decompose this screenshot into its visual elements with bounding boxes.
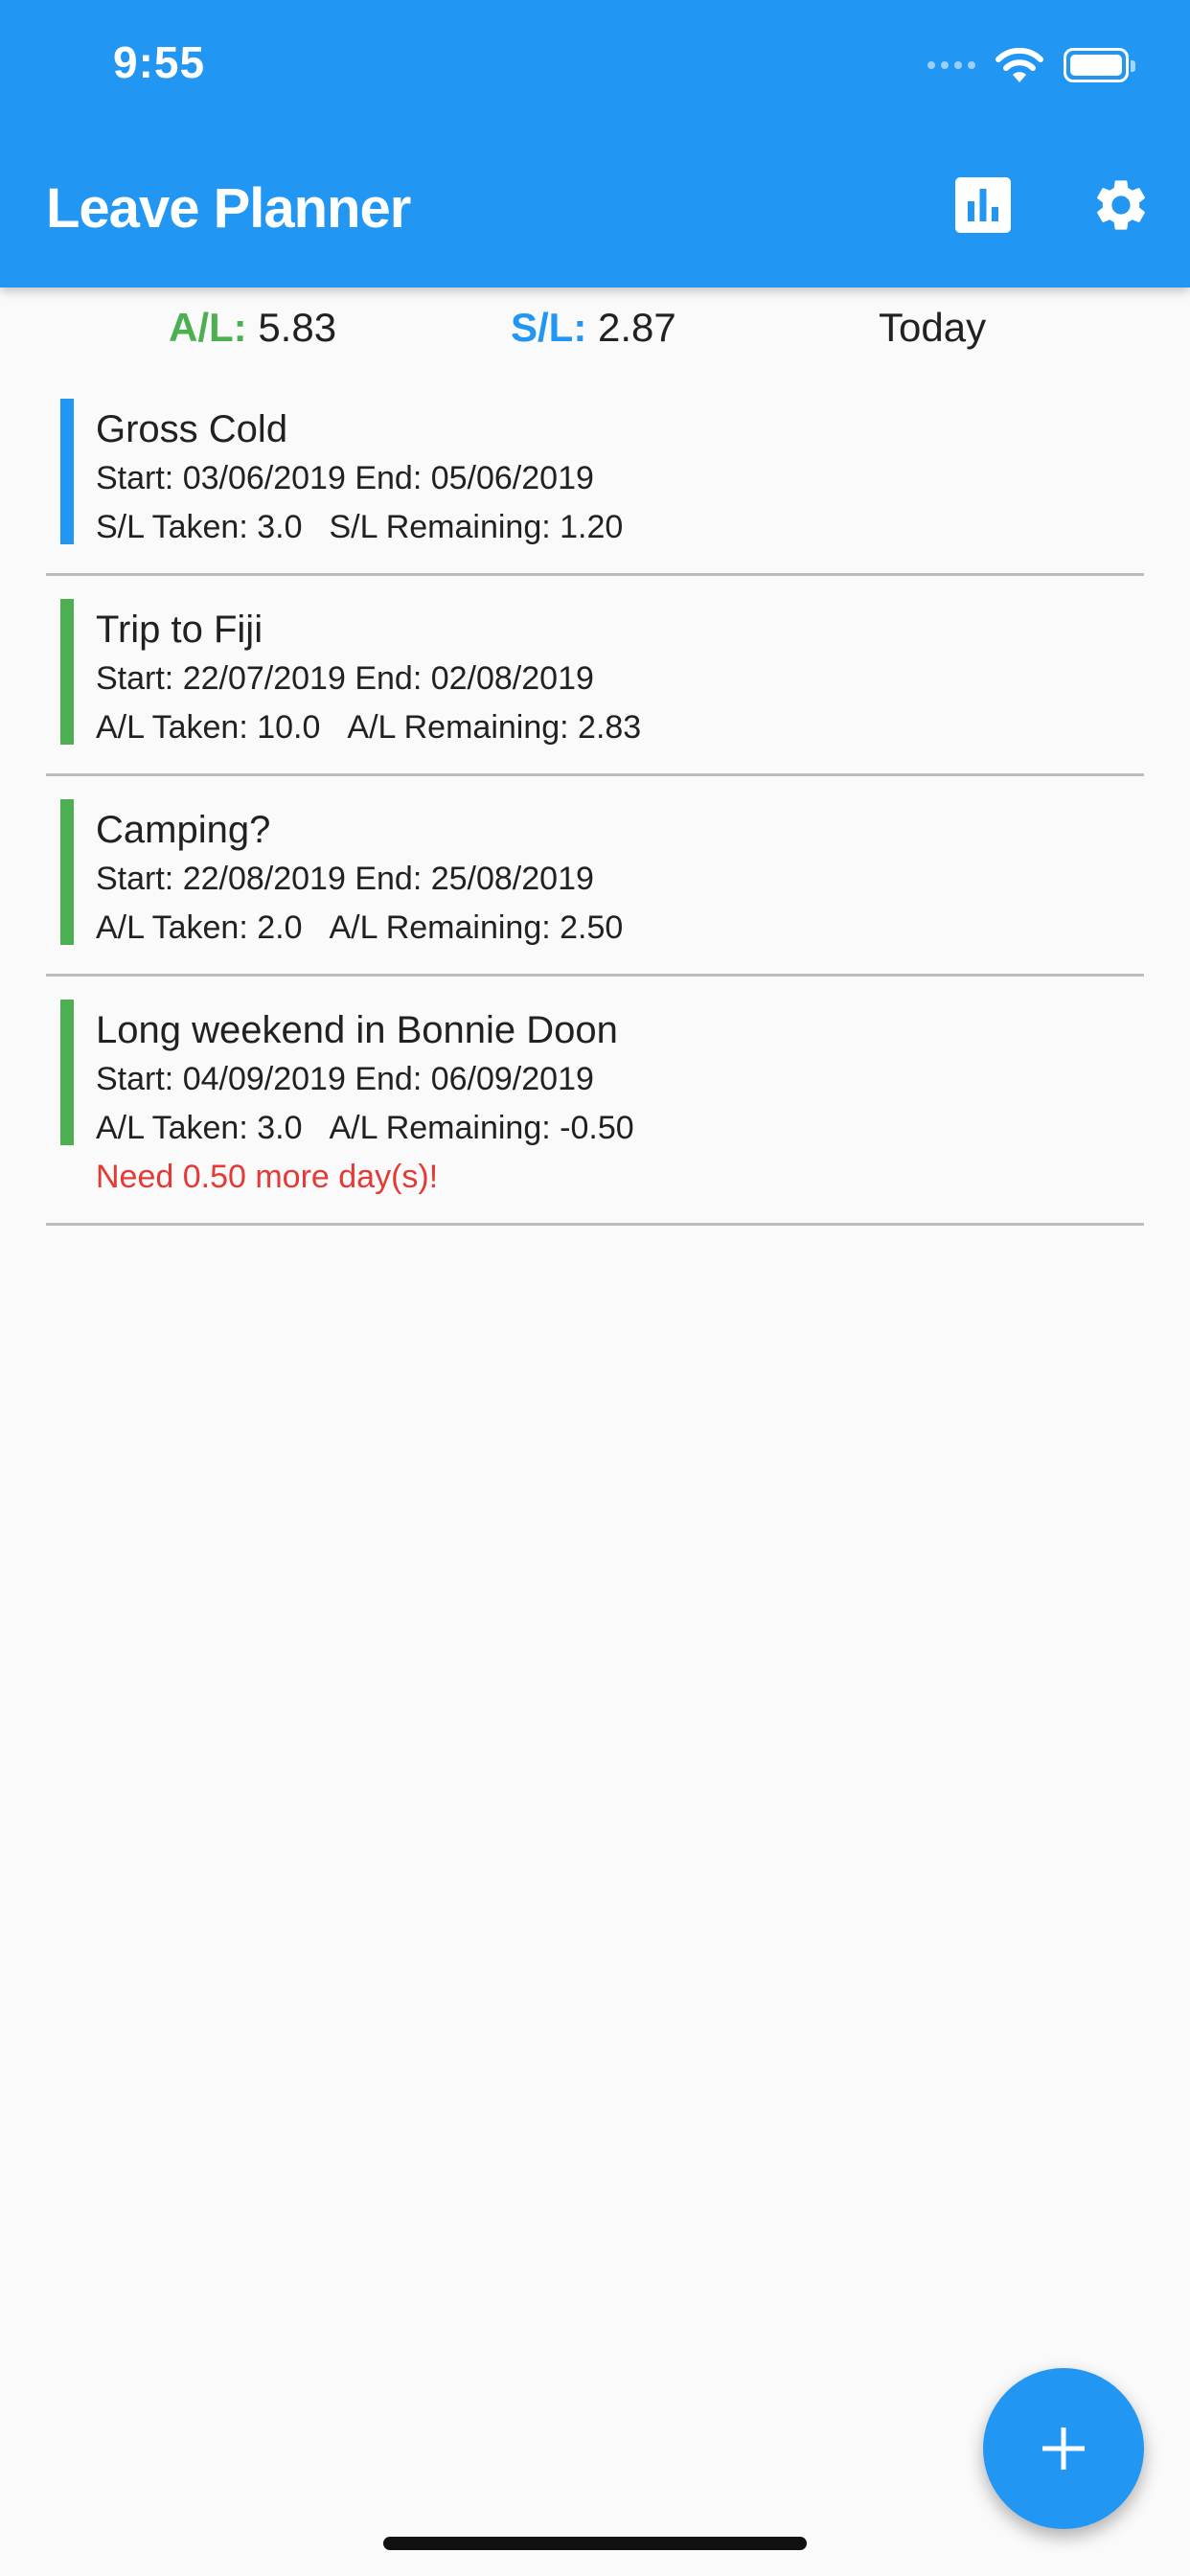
sick-leave-balance: S/L: 2.87 [511,305,676,351]
leave-balance: S/L Taken: 3.0 S/L Remaining: 1.20 [96,503,1144,552]
leave-dates: Start: 03/06/2019 End: 05/06/2019 [96,454,1144,503]
bar-chart-icon [955,177,1011,233]
leave-dates: Start: 04/09/2019 End: 06/09/2019 [96,1055,1144,1104]
home-indicator [383,2537,807,2550]
leave-remaining: A/L Remaining: -0.50 [329,1110,634,1146]
leave-balance: A/L Taken: 2.0 A/L Remaining: 2.50 [96,904,1144,953]
app-bar: 9:55 Leave Planner [0,0,1190,288]
annual-leave-label: A/L: [169,305,247,350]
leave-balance: A/L Taken: 10.0 A/L Remaining: 2.83 [96,703,1144,752]
annual-leave-value: 5.83 [258,305,337,350]
page-title: Leave Planner [46,177,411,240]
leave-summary: A/L: 5.83 S/L: 2.87 Today [0,288,1190,376]
leave-dates: Start: 22/08/2019 End: 25/08/2019 [96,855,1144,904]
leave-type-indicator [60,599,74,745]
battery-icon [1064,48,1135,82]
stats-button[interactable] [943,165,1023,245]
add-leave-button[interactable] [983,2368,1144,2529]
list-item[interactable]: Camping? Start: 22/08/2019 End: 25/08/20… [46,776,1144,977]
leave-end: End: 25/08/2019 [355,861,594,897]
leave-start: Start: 03/06/2019 [96,460,346,496]
leave-dates: Start: 22/07/2019 End: 02/08/2019 [96,655,1144,703]
leave-end: End: 02/08/2019 [355,660,594,697]
leave-taken: A/L Taken: 2.0 [96,909,303,946]
status-indicators [927,46,1135,84]
leave-title: Trip to Fiji [96,609,263,651]
leave-list: Gross Cold Start: 03/06/2019 End: 05/06/… [46,376,1144,1226]
leave-title: Long weekend in Bonnie Doon [96,1009,618,1051]
cellular-signal-icon [927,61,975,69]
leave-warning: Need 0.50 more day(s)! [96,1159,439,1195]
annual-leave-balance: A/L: 5.83 [169,305,336,351]
leave-remaining: A/L Remaining: 2.83 [347,709,642,746]
list-item[interactable]: Gross Cold Start: 03/06/2019 End: 05/06/… [46,376,1144,576]
leave-remaining: A/L Remaining: 2.50 [329,909,624,946]
wifi-icon [995,47,1043,82]
leave-remaining: S/L Remaining: 1.20 [329,509,624,545]
settings-button[interactable] [1081,165,1161,245]
leave-type-indicator [60,799,74,945]
leave-taken: A/L Taken: 3.0 [96,1110,303,1146]
plus-icon [1042,2427,1085,2470]
status-time: 9:55 [113,37,206,87]
leave-taken: S/L Taken: 3.0 [96,509,303,545]
leave-type-indicator [60,1000,74,1145]
date-label[interactable]: Today [879,305,986,351]
leave-balance: A/L Taken: 3.0 A/L Remaining: -0.50 [96,1104,1144,1153]
gear-icon [1097,180,1145,230]
leave-type-indicator [60,399,74,544]
list-item[interactable]: Trip to Fiji Start: 22/07/2019 End: 02/0… [46,576,1144,776]
sick-leave-value: 2.87 [598,305,676,350]
leave-taken: A/L Taken: 10.0 [96,709,321,746]
leave-start: Start: 22/08/2019 [96,861,346,897]
leave-title: Gross Cold [96,408,288,450]
leave-start: Start: 22/07/2019 [96,660,346,697]
list-item[interactable]: Long weekend in Bonnie Doon Start: 04/09… [46,977,1144,1226]
sick-leave-label: S/L: [511,305,587,350]
leave-title: Camping? [96,809,271,851]
leave-start: Start: 04/09/2019 [96,1061,346,1097]
leave-end: End: 05/06/2019 [355,460,594,496]
leave-end: End: 06/09/2019 [355,1061,594,1097]
